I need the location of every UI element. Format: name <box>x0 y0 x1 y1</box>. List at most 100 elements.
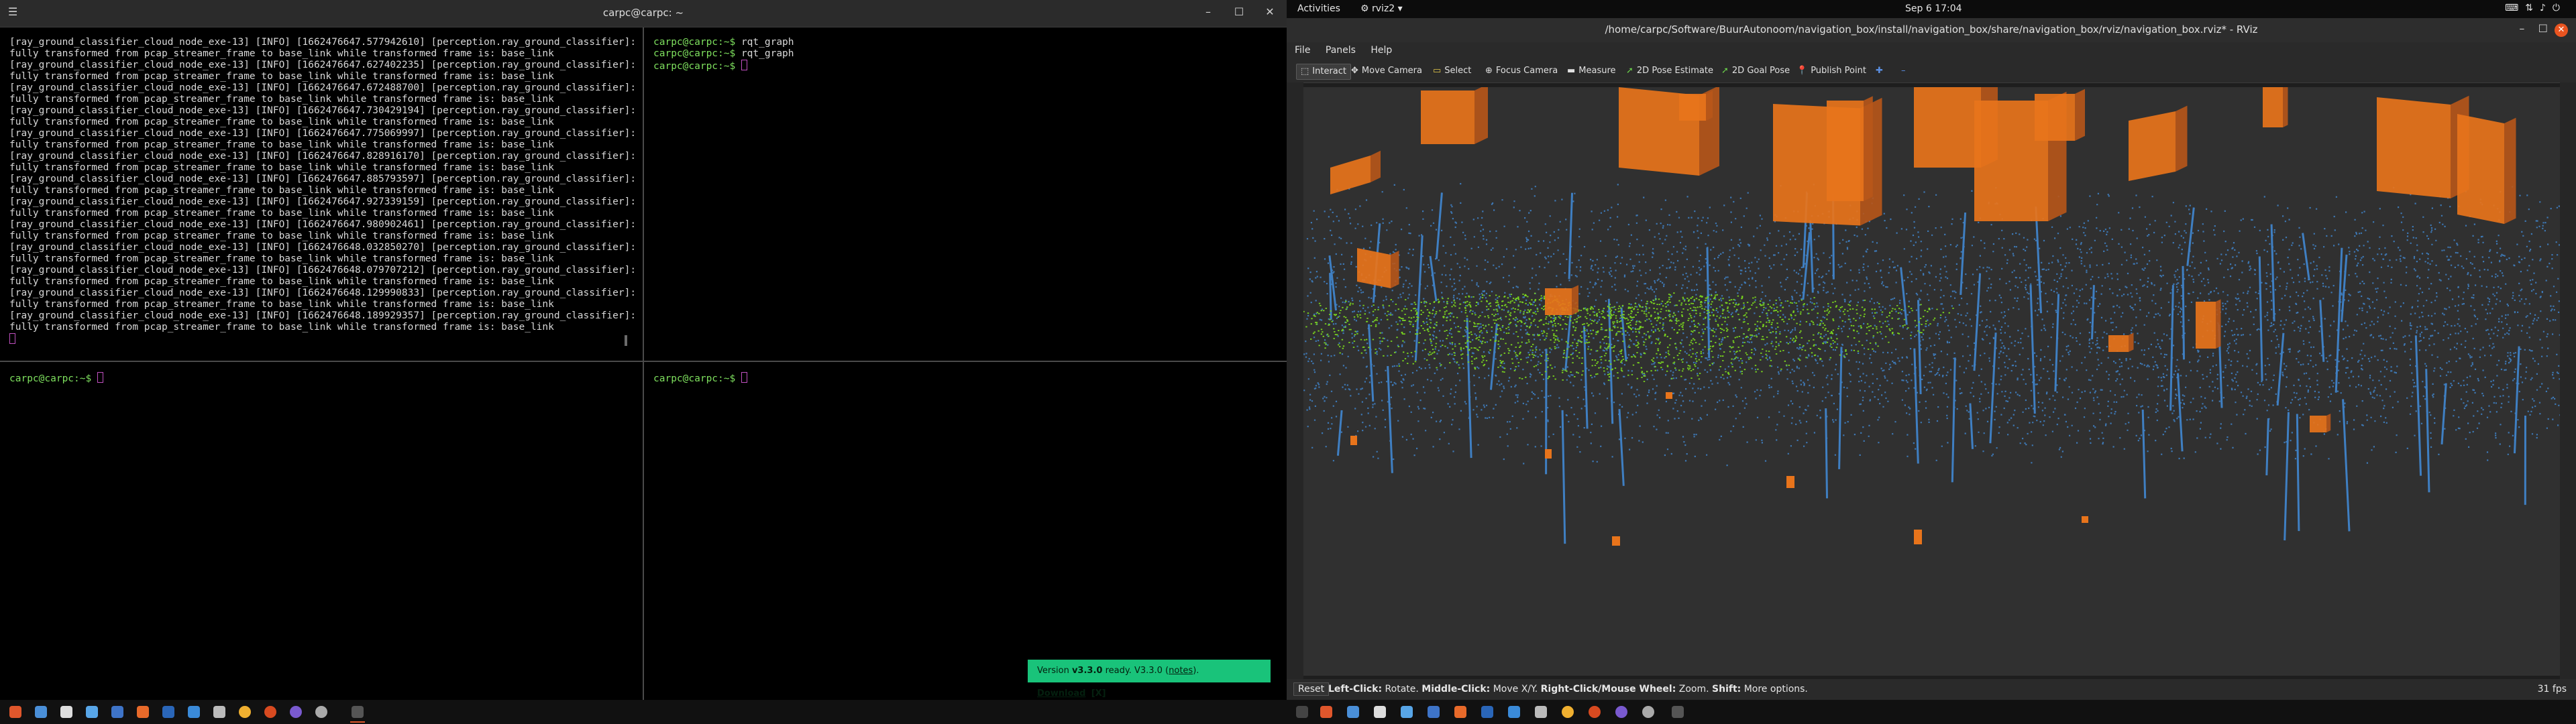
toast-close-button[interactable]: [X] <box>1091 688 1106 699</box>
minimize-icon[interactable]: – <box>1201 5 1216 18</box>
vscode-icon[interactable] <box>188 706 200 718</box>
download-link[interactable]: Download <box>1037 688 1085 699</box>
app-icon[interactable] <box>213 706 225 718</box>
tool-measure[interactable]: ▬ Measure <box>1563 64 1620 78</box>
app-icon[interactable] <box>86 706 98 718</box>
app-icon[interactable] <box>1374 706 1386 718</box>
app-icon[interactable] <box>162 706 174 718</box>
tool-interact[interactable]: ⬚ Interact <box>1296 64 1352 80</box>
menu-panels[interactable]: Panels <box>1326 45 1356 56</box>
scrollbar[interactable] <box>625 335 627 346</box>
close-icon[interactable]: ✕ <box>2555 23 2568 37</box>
bounding-box <box>2457 114 2504 224</box>
bounding-box <box>2129 111 2176 181</box>
terminal-pane-bottom-right[interactable]: carpc@carpc:~$ <box>653 372 1277 687</box>
left-dock-edge[interactable] <box>1287 82 1303 679</box>
remove-tool-button[interactable]: – <box>1897 64 1910 78</box>
terminal-pane-bottom-left[interactable]: carpc@carpc:~$ <box>9 372 637 687</box>
rviz-3d-viewport[interactable] <box>1303 87 2560 676</box>
app-icon[interactable] <box>1615 706 1627 718</box>
terminal-titlebar: ☰ carpc@carpc: ~ – ☐ ✕ <box>0 0 1287 27</box>
bounding-box <box>1350 436 1357 445</box>
terminal-pane-top-left[interactable]: [ray_ground_classifier_cloud_node_exe-13… <box>9 37 637 352</box>
log-line: fully transformed from pcap_streamer_fra… <box>9 139 554 150</box>
maximize-icon[interactable]: ☐ <box>1232 5 1246 18</box>
bounding-box-side <box>1572 285 1578 315</box>
terminal-line: carpc@carpc:~$ <box>9 372 637 385</box>
tool-2d-goal-pose[interactable]: ➚ 2D Goal Pose <box>1717 64 1794 78</box>
system-tray[interactable]: ⌨⇅♪⏻ <box>2505 3 2567 13</box>
vscode-icon[interactable] <box>1508 706 1520 718</box>
maximize-icon[interactable]: ☐ <box>2538 22 2548 35</box>
terminal-taskbar-icon[interactable] <box>352 706 364 718</box>
start-menu-icon[interactable] <box>9 706 21 718</box>
bounding-box <box>2310 416 2326 432</box>
bounding-box <box>1612 536 1620 546</box>
nonground-point-cloud <box>1303 183 2560 467</box>
pane-divider-horizontal[interactable] <box>0 361 1287 362</box>
activities-button[interactable]: Activities <box>1297 3 1340 14</box>
log-line: [ray_ground_classifier_cloud_node_exe-13… <box>9 265 637 276</box>
log-line: [ray_ground_classifier_cloud_node_exe-13… <box>9 196 637 207</box>
log-line: [ray_ground_classifier_cloud_node_exe-13… <box>9 174 637 184</box>
app-icon[interactable] <box>111 706 123 718</box>
start-menu-icon[interactable] <box>1320 706 1332 718</box>
app-icon[interactable] <box>1401 706 1413 718</box>
app-icon[interactable] <box>60 706 72 718</box>
app-icon[interactable] <box>290 706 302 718</box>
text-cursor <box>9 333 15 344</box>
bounding-box-side <box>2075 88 2085 141</box>
terminal-taskbar-icon[interactable] <box>1672 706 1684 718</box>
close-icon[interactable]: ✕ <box>1263 5 1277 18</box>
tool-publish-point[interactable]: 📍 Publish Point <box>1792 64 1870 78</box>
map-pin-icon: 📍 <box>1796 66 1808 76</box>
app-menu[interactable]: ⚙ rviz2 ▾ <box>1360 3 1403 14</box>
tool-2d-pose-estimate[interactable]: ➚ 2D Pose Estimate <box>1622 64 1717 78</box>
chrome-icon[interactable] <box>1562 706 1574 718</box>
volume-icon: ♪ <box>2539 3 2553 13</box>
log-line: fully transformed from pcap_streamer_fra… <box>9 185 554 196</box>
notes-link[interactable]: notes <box>1169 666 1193 676</box>
app-icon[interactable] <box>1454 706 1466 718</box>
app-icon[interactable] <box>264 706 276 718</box>
log-line: fully transformed from pcap_streamer_fra… <box>9 48 554 59</box>
menu-help[interactable]: Help <box>1371 45 1392 56</box>
app-icon[interactable] <box>1535 706 1547 718</box>
pane-divider-vertical[interactable] <box>643 27 644 700</box>
app-icon[interactable] <box>1642 706 1654 718</box>
minimize-icon[interactable]: – <box>2519 22 2524 35</box>
app-icon[interactable] <box>1428 706 1440 718</box>
app-icon[interactable] <box>1589 706 1601 718</box>
app-icon[interactable] <box>137 706 149 718</box>
clock[interactable]: Sep 6 17:04 <box>1905 3 1962 14</box>
tool-move-camera[interactable]: ✥ Move Camera <box>1347 64 1426 78</box>
app-icon[interactable] <box>1481 706 1493 718</box>
log-line: fully transformed from pcap_streamer_fra… <box>9 276 554 287</box>
app-icon[interactable] <box>35 706 47 718</box>
arrow-green-icon: ➚ <box>1626 66 1633 76</box>
log-line: [ray_ground_classifier_cloud_node_exe-13… <box>9 60 637 70</box>
bounding-box <box>1545 449 1552 459</box>
rviz-statusbar: Reset Left-Click: Rotate. Middle-Click: … <box>1287 679 2576 700</box>
tool-select[interactable]: ▭ Select <box>1429 64 1475 78</box>
bounding-box <box>1786 476 1794 488</box>
minus-icon: – <box>1901 66 1906 76</box>
menu-file[interactable]: File <box>1295 45 1310 56</box>
reset-button[interactable]: Reset <box>1293 682 1330 696</box>
log-line: [ray_ground_classifier_cloud_node_exe-13… <box>9 310 637 321</box>
bounding-box-side <box>1706 90 1713 121</box>
add-tool-button[interactable]: ✚ <box>1872 64 1887 78</box>
app-icon[interactable] <box>1296 706 1308 718</box>
app-icon[interactable] <box>1347 706 1359 718</box>
right-dock-edge[interactable] <box>2560 82 2576 679</box>
log-line: fully transformed from pcap_streamer_fra… <box>9 71 554 82</box>
terminal-pane-top-right[interactable]: carpc@carpc:~$ rqt_graph carpc@carpc:~$ … <box>653 37 1277 352</box>
bounding-box <box>1330 156 1371 194</box>
app-icon[interactable] <box>315 706 327 718</box>
taskbar-left <box>0 700 1287 724</box>
bounding-box <box>2263 87 2283 127</box>
chrome-icon[interactable] <box>239 706 251 718</box>
bounding-box-side <box>2176 105 2188 172</box>
bounding-box <box>1914 530 1922 544</box>
tool-focus-camera[interactable]: ⊕ Focus Camera <box>1481 64 1562 78</box>
